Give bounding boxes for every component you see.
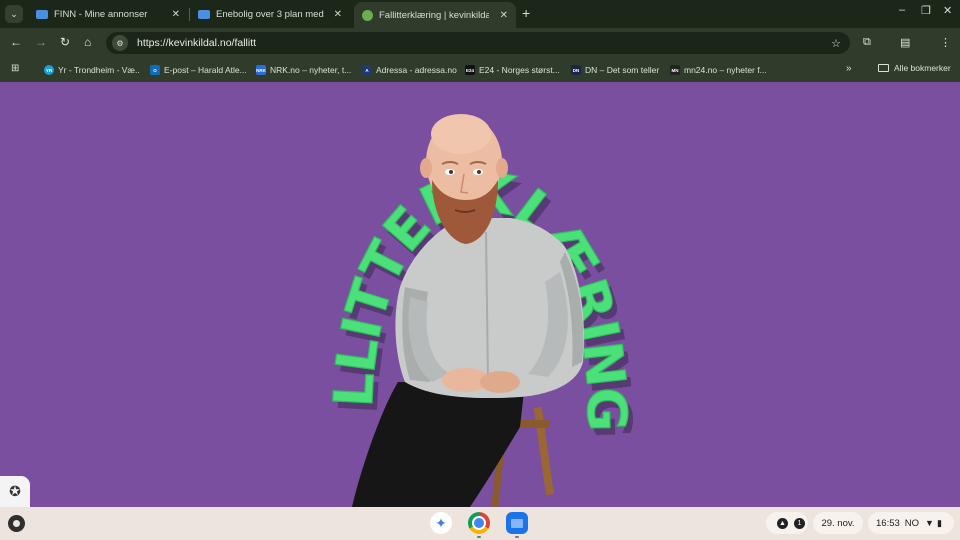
reload-button[interactable]: ↻ bbox=[60, 35, 70, 49]
extensions-icon[interactable]: ⧉ bbox=[863, 36, 871, 49]
battery-icon: ▮ bbox=[936, 517, 942, 528]
finn-favicon-icon bbox=[198, 9, 210, 19]
tab-title: Enebolig over 3 plan med tomt bbox=[216, 8, 326, 20]
bookmark-yr[interactable]: YR Yr - Trondheim - Væ... bbox=[44, 63, 140, 77]
site-favicon-icon bbox=[362, 9, 373, 21]
files-icon[interactable] bbox=[506, 512, 528, 534]
bookmark-label: mn24.no – nyheter f... bbox=[684, 65, 766, 75]
bookmark-label: NRK.no – nyheter, t... bbox=[270, 65, 352, 75]
url-text[interactable]: https://kevinkildal.no/fallitt bbox=[137, 37, 256, 49]
folder-icon bbox=[878, 64, 889, 72]
running-indicator bbox=[477, 536, 481, 538]
yr-icon: YR bbox=[44, 65, 54, 75]
running-indicator bbox=[515, 536, 519, 538]
date-pill[interactable]: 29. nov. bbox=[813, 512, 863, 534]
browser-toolbar: ← → ↻ ⌂ ⚙ https://kevinkildal.no/fallitt… bbox=[0, 28, 960, 58]
keyboard-layout-text: NO bbox=[904, 517, 920, 529]
bookmark-dn[interactable]: DN DN – Det som teller bbox=[571, 63, 663, 77]
hero-artwork: FALLITTERKLÆRING!! FALLITTERKLÆRING!! bbox=[0, 82, 644, 507]
clock-text: 16:53 bbox=[876, 517, 900, 529]
all-bookmarks-label: Alle bokmerker bbox=[894, 63, 951, 73]
restore-button[interactable]: ❐ bbox=[921, 4, 931, 17]
system-shelf: ✦ ▲ 1 29. nov. 16:53 NO ▼ ▮ bbox=[0, 507, 960, 540]
home-button[interactable]: ⌂ bbox=[84, 35, 91, 49]
bookmark-label: E24 - Norges størst... bbox=[479, 65, 560, 75]
bookmark-nrk[interactable]: NRK NRK.no – nyheter, t... bbox=[256, 63, 352, 77]
notification-count-badge: 1 bbox=[794, 517, 805, 529]
apps-grid-icon[interactable]: ⊞ bbox=[11, 63, 19, 74]
adressa-icon: A bbox=[362, 65, 372, 75]
outlook-icon: O bbox=[150, 65, 160, 75]
status-tray[interactable]: 16:53 NO ▼ ▮ bbox=[868, 512, 954, 534]
tab-close-icon[interactable]: ✕ bbox=[334, 9, 342, 20]
tab-search-button[interactable]: ⌄ bbox=[5, 5, 23, 23]
bookmark-label: E-post – Harald Atle... bbox=[164, 65, 246, 75]
bookmark-e24[interactable]: E24 E24 - Norges størst... bbox=[465, 63, 561, 77]
e24-icon: E24 bbox=[465, 65, 475, 75]
tab-strip: ⌄ FINN - Mine annonser ✕ Enebolig over 3… bbox=[0, 0, 960, 28]
upload-icon: ▲ bbox=[777, 517, 788, 529]
side-panel-icon[interactable]: ▤ bbox=[900, 36, 910, 49]
menu-icon[interactable]: ⋮ bbox=[940, 36, 951, 49]
tab-finn[interactable]: FINN - Mine annonser ✕ bbox=[28, 2, 188, 26]
tab-fallitterklaering[interactable]: Fallitterklæring | kevinkildal.no ✕ bbox=[354, 2, 516, 28]
bookmark-label: Adressa - adressa.no bbox=[376, 65, 457, 75]
bookmark-mn24[interactable]: MN mn24.no – nyheter f... bbox=[670, 63, 766, 77]
all-bookmarks-folder[interactable]: Alle bokmerker bbox=[878, 63, 951, 73]
finn-favicon-icon bbox=[36, 9, 48, 19]
close-window-button[interactable]: ✕ bbox=[943, 4, 952, 17]
chrome-icon[interactable] bbox=[468, 512, 490, 534]
tab-close-icon[interactable]: ✕ bbox=[172, 9, 180, 20]
address-bar[interactable]: ⚙ https://kevinkildal.no/fallitt ☆ bbox=[106, 32, 850, 54]
date-text: 29. nov. bbox=[821, 517, 855, 529]
back-button[interactable]: ← bbox=[10, 35, 22, 49]
tab-enebolig[interactable]: Enebolig over 3 plan med tomt ✕ bbox=[190, 2, 350, 26]
minimize-button[interactable]: – bbox=[899, 4, 905, 16]
bookmark-adressa[interactable]: A Adressa - adressa.no bbox=[362, 63, 458, 77]
bookmark-star-icon[interactable]: ☆ bbox=[831, 37, 841, 50]
wifi-icon: ▼ bbox=[925, 518, 934, 528]
more-bookmarks-icon[interactable]: » bbox=[846, 63, 852, 74]
tab-title: Fallitterklæring | kevinkildal.no bbox=[379, 9, 489, 21]
new-tab-button[interactable]: + bbox=[522, 5, 530, 21]
gemini-icon[interactable]: ✦ bbox=[430, 512, 452, 534]
bookmarks-bar: ⊞ YR Yr - Trondheim - Væ... O E-post – H… bbox=[0, 58, 960, 82]
tab-title: FINN - Mine annonser bbox=[54, 8, 148, 20]
site-info-icon[interactable]: ⚙ bbox=[112, 35, 128, 51]
notification-pill[interactable]: ▲ 1 bbox=[766, 512, 808, 534]
bookmark-label: DN – Det som teller bbox=[585, 65, 660, 75]
mn24-icon: MN bbox=[670, 65, 680, 75]
bookmark-epost[interactable]: O E-post – Harald Atle... bbox=[150, 63, 246, 77]
dn-icon: DN bbox=[571, 65, 581, 75]
launcher-button[interactable] bbox=[8, 515, 25, 532]
tab-close-icon[interactable]: ✕ bbox=[500, 10, 508, 21]
forward-button[interactable]: → bbox=[35, 35, 47, 49]
accessibility-icon: ✪ bbox=[9, 483, 21, 499]
nrk-icon: NRK bbox=[256, 65, 266, 75]
bookmark-label: Yr - Trondheim - Væ... bbox=[58, 65, 140, 75]
page-content: FALLITTERKLÆRING!! FALLITTERKLÆRING!! bbox=[0, 82, 960, 507]
accessibility-widget-button[interactable]: ✪ bbox=[0, 476, 30, 507]
